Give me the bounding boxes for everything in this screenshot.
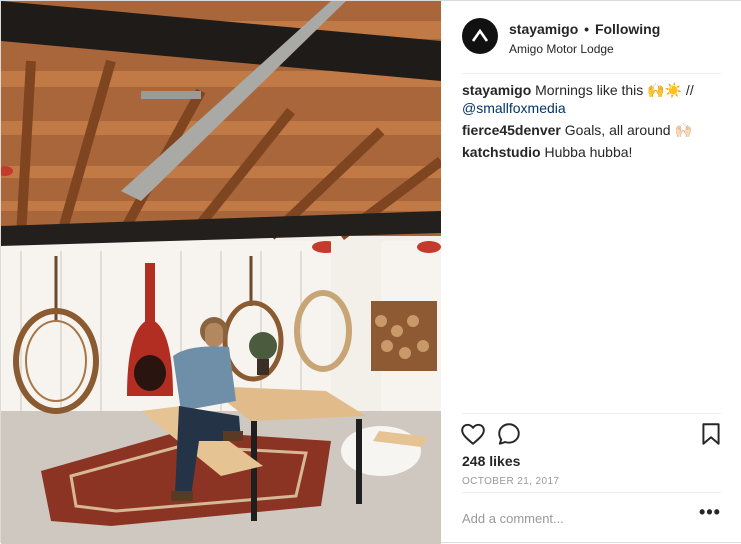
post-sidebar: stayamigo • Following Amigo Motor Lodge … xyxy=(442,1,741,542)
heart-icon[interactable] xyxy=(460,421,486,447)
actions-divider xyxy=(462,413,721,414)
comment-item: fierce45denver Goals, all around 🙌🏻 xyxy=(462,121,724,139)
comment-text: Goals, all around 🙌🏻 xyxy=(564,122,692,138)
location-link[interactable]: Amigo Motor Lodge xyxy=(509,41,660,58)
comments-list: stayamigo Mornings like this 🙌☀️ // @sma… xyxy=(462,81,724,165)
comment-username[interactable]: katchstudio xyxy=(462,144,541,160)
caption-username[interactable]: stayamigo xyxy=(462,82,531,98)
following-button[interactable]: Following xyxy=(595,21,660,37)
post-photo-illustration xyxy=(1,1,441,544)
likes-count[interactable]: 248 likes xyxy=(462,453,520,469)
add-comment-input[interactable] xyxy=(462,508,692,528)
add-comment-divider xyxy=(462,492,721,493)
comment-text: Hubba hubba! xyxy=(544,144,633,160)
avatar[interactable] xyxy=(462,18,498,54)
post-photo[interactable] xyxy=(1,1,441,544)
more-options-icon[interactable]: ••• xyxy=(698,503,722,526)
comment-username[interactable]: fierce45denver xyxy=(462,122,561,138)
chevron-up-logo-icon xyxy=(471,28,489,42)
caption: stayamigo Mornings like this 🙌☀️ // @sma… xyxy=(462,81,724,117)
post-date[interactable]: OCTOBER 21, 2017 xyxy=(462,476,559,487)
speech-bubble-icon[interactable] xyxy=(496,421,522,447)
header-divider xyxy=(462,73,721,74)
instagram-post: stayamigo • Following Amigo Motor Lodge … xyxy=(0,0,741,544)
caption-text: Mornings like this 🙌☀️ // xyxy=(535,82,694,98)
comment-item: katchstudio Hubba hubba! xyxy=(462,143,724,161)
bookmark-icon[interactable] xyxy=(698,421,724,447)
post-header: stayamigo • Following Amigo Motor Lodge xyxy=(442,1,741,73)
action-bar xyxy=(460,421,724,447)
header-username[interactable]: stayamigo xyxy=(509,21,578,37)
header-text: stayamigo • Following Amigo Motor Lodge xyxy=(509,21,660,58)
header-separator: • xyxy=(584,21,590,37)
caption-mention[interactable]: @smallfoxmedia xyxy=(462,100,566,116)
